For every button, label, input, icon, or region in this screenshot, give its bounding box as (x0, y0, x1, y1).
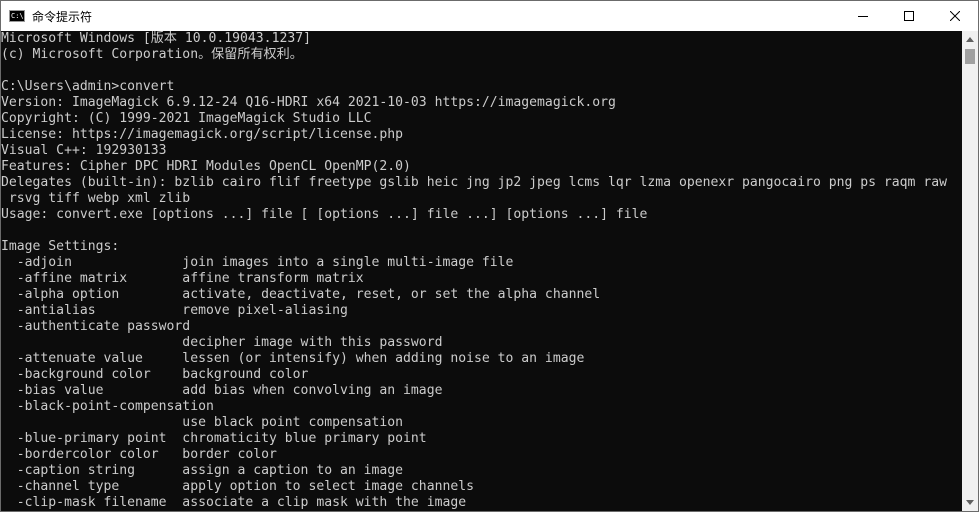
console-line: Delegates (built-in): bzlib cairo flif f… (1, 175, 947, 190)
console-line: -channel type apply option to select ima… (1, 479, 474, 494)
maximize-icon (904, 11, 914, 21)
close-button[interactable] (932, 1, 978, 31)
console-line: Version: ImageMagick 6.9.12-24 Q16-HDRI … (1, 95, 616, 110)
minimize-icon (858, 16, 868, 17)
console-line: -caption string assign a caption to an i… (1, 463, 404, 478)
console-line: C:\Users\admin>convert (1, 79, 175, 94)
scroll-up-button[interactable] (962, 31, 978, 48)
cmd-icon[interactable]: C:\. (9, 10, 28, 22)
console-line: Visual C++: 192930133 (1, 143, 167, 158)
console-line: License: https://imagemagick.org/script/… (1, 127, 404, 142)
caption-buttons (840, 1, 978, 31)
console-line: -authenticate password (1, 319, 191, 334)
console-line: -attenuate value lessen (or intensify) w… (1, 351, 585, 366)
console-line: -alpha option activate, deactivate, rese… (1, 287, 601, 302)
window-title: 命令提示符 (32, 9, 93, 24)
cmd-window: C:\. 命令提示符 Microsoft Windows [版本 10.0.19… (0, 0, 979, 512)
console-line: Image Settings: (1, 239, 120, 254)
scroll-down-arrow-icon (966, 500, 974, 505)
minimize-button[interactable] (840, 1, 886, 31)
scroll-up-arrow-icon (966, 37, 974, 42)
console-line: -affine matrix affine transform matrix (1, 271, 364, 286)
console-line: -black-point-compensation (1, 399, 214, 414)
scroll-down-button[interactable] (962, 494, 978, 511)
console-line: Copyright: (C) 1999-2021 ImageMagick Stu… (1, 111, 372, 126)
cmd-icon-glyph: C:\. (11, 12, 28, 20)
scroll-thumb[interactable] (965, 49, 975, 64)
console-line: (c) Microsoft Corporation。保留所有权利。 (1, 47, 303, 62)
console-line: use black point compensation (1, 415, 404, 430)
console-line: decipher image with this password (1, 335, 443, 350)
console-line: -antialias remove pixel-aliasing (1, 303, 348, 318)
close-icon (950, 11, 960, 21)
console-line: Microsoft Windows [版本 10.0.19043.1237] (1, 31, 311, 46)
console-line: rsvg tiff webp xml zlib (1, 191, 191, 206)
console-line: -adjoin join images into a single multi-… (1, 255, 514, 270)
console-output[interactable]: Microsoft Windows [版本 10.0.19043.1237] (c… (1, 31, 962, 511)
console-line: -background color background color (1, 367, 309, 382)
title-bar[interactable]: C:\. 命令提示符 (1, 1, 978, 31)
vertical-scrollbar[interactable] (962, 31, 978, 511)
console-line: Features: Cipher DPC HDRI Modules OpenCL… (1, 159, 411, 174)
console-line: -blue-primary point chromaticity blue pr… (1, 431, 427, 446)
maximize-button[interactable] (886, 1, 932, 31)
console-line: -clip-mask filename associate a clip mas… (1, 495, 467, 510)
console-line: Usage: convert.exe [options ...] file [ … (1, 207, 648, 222)
console-line: -bordercolor color border color (1, 447, 277, 462)
console-line: -bias value add bias when convolving an … (1, 383, 443, 398)
